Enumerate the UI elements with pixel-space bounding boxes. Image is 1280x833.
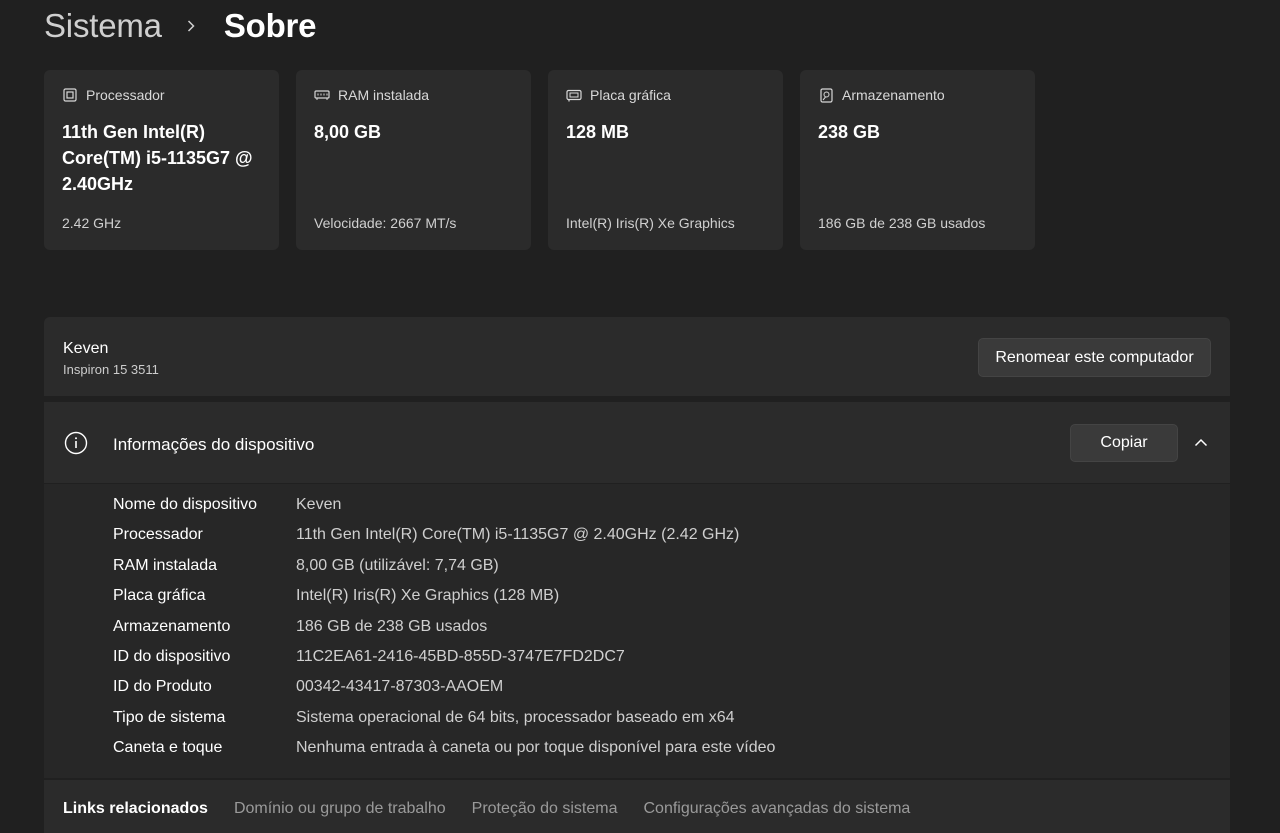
processor-chip-icon (62, 87, 78, 103)
spec-value: 11th Gen Intel(R) Core(TM) i5-1135G7 @ 2… (296, 526, 740, 543)
card-subtext: Velocidade: 2667 MT/s (314, 215, 457, 231)
device-info-details: Nome do dispositivo Keven Processador 11… (44, 484, 1230, 778)
copy-button[interactable]: Copiar (1070, 424, 1178, 462)
related-links-bar: Links relacionados Domínio ou grupo de t… (44, 780, 1230, 833)
link-domain-workgroup[interactable]: Domínio ou grupo de trabalho (234, 800, 446, 818)
spec-row: Caneta e toque Nenhuma entrada à caneta … (113, 739, 775, 763)
device-info-header[interactable]: Informações do dispositivo Copiar (44, 402, 1230, 483)
spec-label: Placa gráfica (113, 587, 206, 604)
card-value: 11th Gen Intel(R) Core(TM) i5-1135G7 @ 2… (62, 122, 253, 194)
card-value: 8,00 GB (314, 122, 382, 142)
breadcrumb-parent[interactable]: Sistema (44, 7, 162, 45)
related-links-title: Links relacionados (63, 800, 208, 817)
spec-label: Tipo de sistema (113, 709, 226, 726)
spec-row: Armazenamento 186 GB de 238 GB usados (113, 618, 487, 642)
spec-value: 11C2EA61-2416-45BD-855D-3747E7FD2DC7 (296, 648, 625, 665)
card-value: 128 MB (566, 122, 630, 142)
spec-label: RAM instalada (113, 557, 218, 574)
card-subtext: Intel(R) Iris(R) Xe Graphics (566, 215, 735, 231)
card-value: 238 GB (818, 122, 881, 142)
chevron-right-icon (184, 19, 198, 33)
spec-value: 186 GB de 238 GB usados (296, 618, 488, 635)
page-title: Sobre (223, 7, 317, 44)
spec-value: Keven (296, 496, 342, 513)
spec-label: Nome do dispositivo (113, 496, 258, 513)
spec-row: Nome do dispositivo Keven (113, 496, 341, 520)
card-ram: RAM instalada 8,00 GB Velocidade: 2667 M… (296, 70, 531, 250)
spec-value: 00342-43417-87303-AAOEM (296, 678, 504, 695)
card-title: RAM instalada (338, 87, 430, 103)
spec-row: Placa gráfica Intel(R) Iris(R) Xe Graphi… (113, 587, 559, 611)
card-title: Armazenamento (842, 87, 945, 103)
spec-label: Processador (113, 526, 203, 543)
spec-row: RAM instalada 8,00 GB (utilizável: 7,74 … (113, 557, 499, 581)
spec-label: Armazenamento (113, 618, 231, 635)
spec-row: ID do Produto 00342-43417-87303-AAOEM (113, 678, 503, 702)
spec-row: ID do dispositivo 11C2EA61-2416-45BD-855… (113, 648, 625, 672)
card-graphics: Placa gráfica 128 MB Intel(R) Iris(R) Xe… (548, 70, 783, 250)
breadcrumb: Sistema Sobre (44, 4, 317, 48)
graphics-card-icon (566, 87, 582, 103)
card-storage: Armazenamento 238 GB 186 GB de 238 GB us… (800, 70, 1035, 250)
spec-label: ID do Produto (113, 678, 212, 695)
info-icon (64, 431, 88, 455)
computer-model: Inspiron 15 3511 (63, 362, 159, 377)
ram-memory-icon (314, 87, 330, 103)
link-system-protection[interactable]: Proteção do sistema (472, 800, 618, 818)
device-info-title: Informações do dispositivo (113, 435, 315, 454)
link-advanced-system-settings[interactable]: Configurações avançadas do sistema (644, 800, 911, 818)
spec-value: Intel(R) Iris(R) Xe Graphics (128 MB) (296, 587, 560, 604)
spec-value: 8,00 GB (utilizável: 7,74 GB) (296, 557, 499, 574)
storage-drive-icon (818, 87, 834, 103)
card-title: Placa gráfica (590, 87, 671, 103)
spec-value: Sistema operacional de 64 bits, processa… (296, 709, 735, 726)
card-subtext: 186 GB de 238 GB usados (818, 215, 986, 231)
card-subtext: 2.42 GHz (62, 215, 122, 231)
spec-cards: Processador 11th Gen Intel(R) Core(TM) i… (44, 70, 1035, 250)
rename-computer-button[interactable]: Renomear este computador (978, 338, 1211, 377)
computer-name: Keven (63, 340, 109, 357)
spec-label: ID do dispositivo (113, 648, 231, 665)
chevron-up-icon[interactable] (1192, 434, 1210, 452)
spec-row: Tipo de sistema Sistema operacional de 6… (113, 709, 734, 733)
card-title: Processador (86, 87, 165, 103)
spec-row: Processador 11th Gen Intel(R) Core(TM) i… (113, 526, 739, 550)
settings-about-page: Sistema Sobre Processador 11th Gen Intel… (0, 0, 1280, 833)
spec-value: Nenhuma entrada à caneta ou por toque di… (296, 739, 776, 756)
spec-label: Caneta e toque (113, 739, 223, 756)
computer-name-panel: Keven Inspiron 15 3511 Renomear este com… (44, 317, 1230, 396)
card-processor: Processador 11th Gen Intel(R) Core(TM) i… (44, 70, 279, 250)
